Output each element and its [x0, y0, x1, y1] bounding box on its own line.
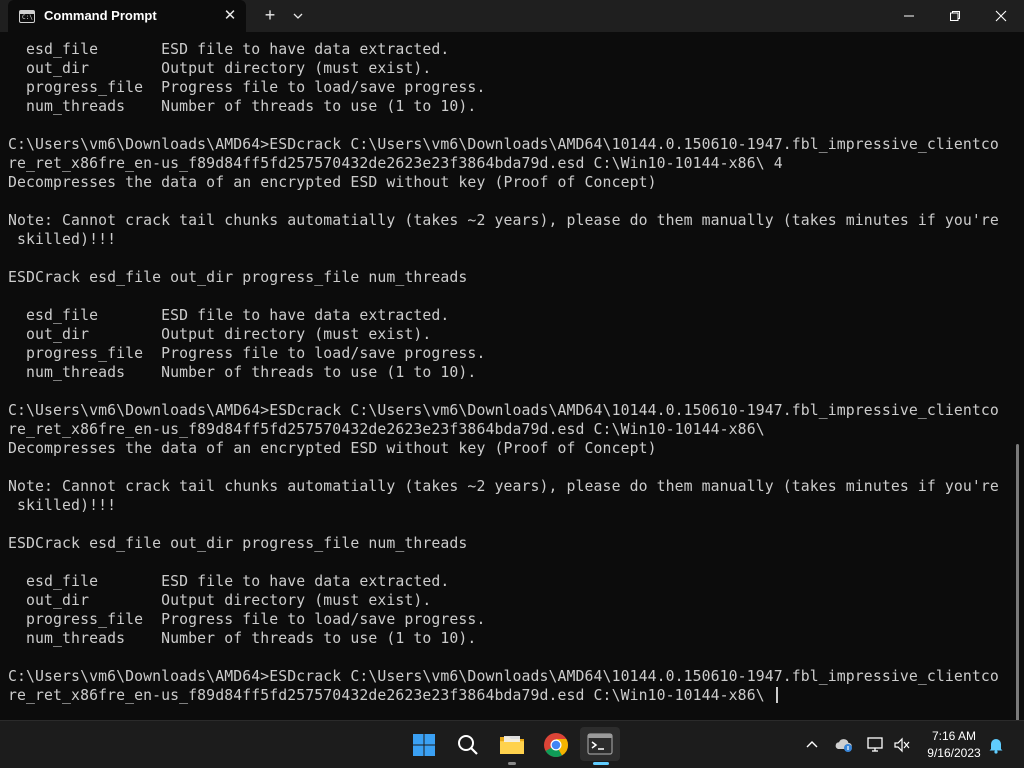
search-button[interactable]: [452, 729, 484, 761]
terminal-line: skilled)!!!: [8, 497, 117, 514]
terminal-line: ESDCrack esd_file out_dir progress_file …: [8, 269, 468, 286]
taskbar: 7:16 AM 9/16/2023: [0, 720, 1024, 768]
new-tab-button[interactable]: +: [258, 4, 282, 28]
text-cursor: [775, 687, 778, 703]
onedrive-icon: [835, 739, 852, 752]
terminal-line: re_ret_x86fre_en-us_f89d84ff5fd257570432…: [8, 421, 765, 438]
volume-muted-icon: [894, 737, 910, 753]
restore-icon: [950, 11, 960, 21]
maximize-button[interactable]: [932, 0, 978, 32]
terminal-line: Note: Cannot crack tail chunks automatia…: [8, 212, 999, 229]
terminal-line: esd_file ESD file to have data extracted…: [8, 307, 450, 324]
notifications-button[interactable]: [984, 733, 1008, 757]
search-icon: [458, 735, 478, 755]
terminal-line: ESDCrack esd_file out_dir progress_file …: [8, 535, 468, 552]
close-icon: [995, 10, 1007, 22]
terminal-line: out_dir Output directory (must exist).: [8, 326, 432, 343]
terminal-active-indicator: [593, 762, 609, 765]
terminal-button[interactable]: [580, 727, 620, 761]
terminal-line: Decompresses the data of an encrypted ES…: [8, 440, 657, 457]
vertical-scrollbar[interactable]: [1016, 444, 1019, 720]
network-icon: [867, 737, 883, 752]
terminal-line: C:\Users\vm6\Downloads\AMD64>ESDcrack C:…: [8, 136, 999, 153]
tab-close-button[interactable]: ✕: [220, 6, 240, 26]
minimize-icon: [904, 15, 914, 17]
close-window-button[interactable]: [978, 0, 1024, 32]
chrome-icon: [544, 733, 568, 758]
tab-command-prompt[interactable]: C:\ Command Prompt ✕: [8, 0, 246, 32]
windows-start-icon: [413, 734, 435, 756]
notification-bell-icon: [989, 739, 1003, 754]
clock-date: 9/16/2023: [927, 746, 981, 760]
clock[interactable]: 7:16 AM 9/16/2023: [916, 728, 992, 762]
terminal-line: skilled)!!!: [8, 231, 117, 248]
terminal-line: num_threads Number of threads to use (1 …: [8, 630, 477, 647]
terminal-line: progress_file Progress file to load/save…: [8, 611, 486, 628]
clock-time: 7:16 AM: [931, 729, 977, 743]
terminal-line: progress_file Progress file to load/save…: [8, 79, 486, 96]
terminal-line: C:\Users\vm6\Downloads\AMD64>ESDcrack C:…: [8, 402, 999, 419]
chevron-up-icon: [806, 741, 818, 748]
terminal-line: progress_file Progress file to load/save…: [8, 345, 486, 362]
terminal-line: C:\Users\vm6\Downloads\AMD64>ESDcrack C:…: [8, 668, 999, 685]
show-hidden-icons-button[interactable]: [800, 733, 824, 757]
terminal-line: num_threads Number of threads to use (1 …: [8, 364, 477, 381]
profile-dropdown-button[interactable]: [288, 5, 308, 27]
file-explorer-running-indicator: [508, 762, 516, 765]
terminal-lines: esd_file ESD file to have data extracted…: [8, 40, 999, 705]
terminal-line: Note: Cannot crack tail chunks automatia…: [8, 478, 999, 495]
minimize-button[interactable]: [886, 0, 932, 32]
terminal-line: out_dir Output directory (must exist).: [8, 60, 432, 77]
terminal-line: esd_file ESD file to have data extracted…: [8, 41, 450, 58]
volume-tray-button[interactable]: [890, 733, 914, 757]
file-explorer-icon: [500, 736, 524, 754]
tab-title: Command Prompt: [44, 8, 157, 23]
terminal-line: Decompresses the data of an encrypted ES…: [8, 174, 657, 191]
terminal-icon: [587, 733, 613, 755]
terminal-line: num_threads Number of threads to use (1 …: [8, 98, 477, 115]
network-tray-button[interactable]: [864, 733, 888, 757]
terminal-line: re_ret_x86fre_en-us_f89d84ff5fd257570432…: [8, 155, 783, 172]
terminal-line: out_dir Output directory (must exist).: [8, 592, 432, 609]
chevron-down-icon: [293, 13, 303, 19]
terminal-line: esd_file ESD file to have data extracted…: [8, 573, 450, 590]
terminal-line: re_ret_x86fre_en-us_f89d84ff5fd257570432…: [8, 686, 999, 705]
onedrive-tray-button[interactable]: [832, 733, 856, 757]
terminal-output[interactable]: esd_file ESD file to have data extracted…: [0, 32, 1024, 720]
chrome-button[interactable]: [540, 729, 572, 761]
command-prompt-icon: C:\: [19, 10, 35, 23]
start-button[interactable]: [408, 729, 440, 761]
title-bar: C:\ Command Prompt ✕ +: [0, 0, 1024, 32]
file-explorer-button[interactable]: [496, 729, 528, 761]
